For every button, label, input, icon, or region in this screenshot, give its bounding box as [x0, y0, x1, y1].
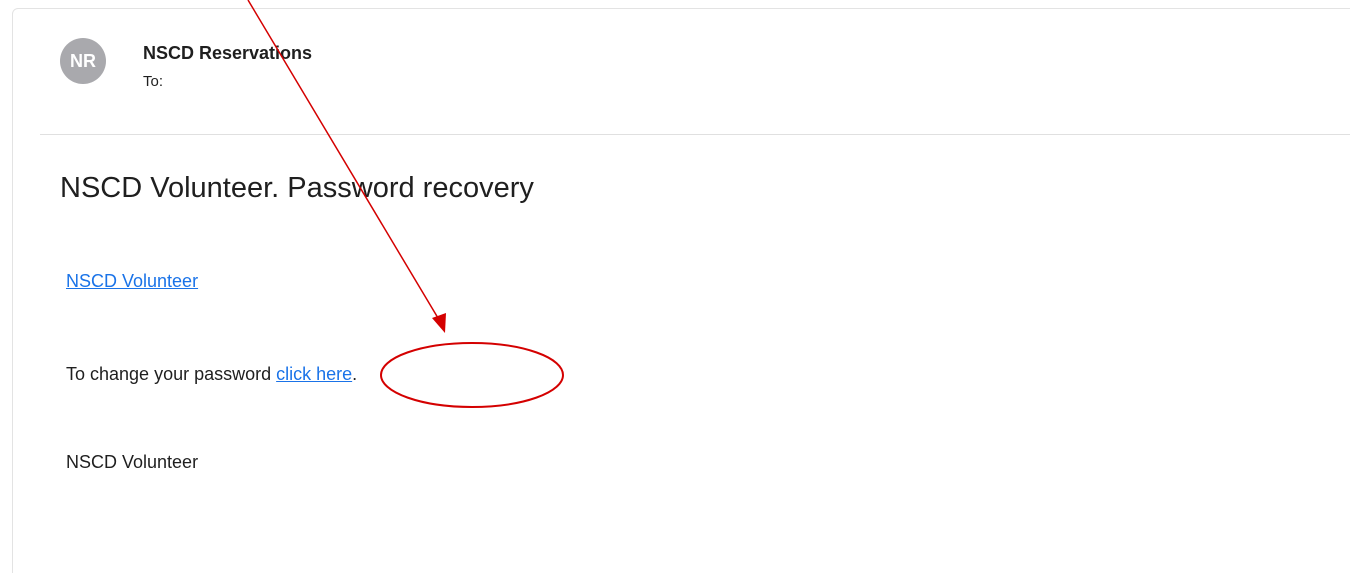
- change-password-link[interactable]: click here: [276, 364, 352, 384]
- email-page: NR NSCD Reservations To: NSCD Volunteer.…: [0, 0, 1350, 573]
- sender-avatar[interactable]: NR: [60, 38, 106, 84]
- email-subject: NSCD Volunteer. Password recovery: [60, 172, 534, 204]
- instruction-period: .: [352, 364, 358, 384]
- password-instruction: To change your password click here.: [66, 364, 357, 385]
- email-signature: NSCD Volunteer: [66, 452, 199, 472]
- header-divider: [40, 134, 1350, 135]
- email-card: [12, 8, 1350, 573]
- instruction-text: To change your password: [66, 364, 277, 384]
- site-link[interactable]: NSCD Volunteer: [66, 271, 198, 292]
- sender-name[interactable]: NSCD Reservations: [143, 43, 312, 64]
- recipient-line: To:: [143, 73, 164, 90]
